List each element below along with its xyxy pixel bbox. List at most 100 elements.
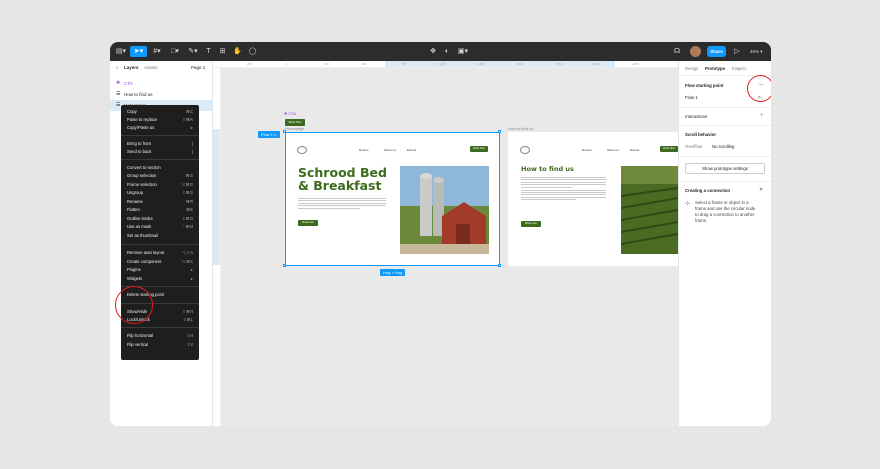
tab-design[interactable]: Design: [685, 66, 698, 71]
tab-inspect[interactable]: Inspect: [732, 66, 746, 71]
layer-cta[interactable]: ✥ CTA: [110, 78, 213, 89]
share-button[interactable]: Share: [707, 46, 726, 57]
properties-panel: Design Prototype Inspect Flow starting p…: [678, 61, 771, 426]
menu-divider: [121, 327, 199, 328]
menu-item-send-to-back[interactable]: Send to back [: [127, 148, 193, 155]
menu-item-copy-paste-as[interactable]: Copy/Paste as ▸: [127, 124, 193, 131]
menu-shortcut: ⌃⌘M: [181, 224, 193, 229]
menu-label: Outline stroke: [127, 216, 153, 221]
resize-handle[interactable]: [498, 264, 501, 267]
menu-item-copy[interactable]: Copy ⌘C: [127, 108, 193, 115]
logo-icon: [520, 146, 530, 154]
hand-tool-icon[interactable]: ✋: [233, 46, 242, 57]
menu-shortcut: ⌘R: [185, 199, 193, 204]
connection-help-line: frame.: [695, 218, 708, 223]
menu-shortcut: ⌘G: [185, 173, 193, 178]
menu-item-plugins[interactable]: Plugins ▸: [127, 266, 193, 273]
menu-item-widgets[interactable]: Widgets ▸: [127, 275, 193, 282]
frame-tool-icon[interactable]: #▾: [150, 46, 164, 57]
tab-assets[interactable]: Assets: [144, 65, 158, 70]
menu-item-rename[interactable]: Rename ⌘R: [127, 198, 193, 205]
menu-item-flip-vertical[interactable]: Flip vertical ⇧V: [127, 341, 193, 348]
component-tool-icon[interactable]: ✥: [428, 46, 438, 57]
overflow-label: Overflow: [685, 144, 702, 149]
resize-handle[interactable]: [283, 130, 286, 133]
creating-connection-heading: Creating a connection: [685, 188, 731, 193]
resize-handle[interactable]: [283, 264, 286, 267]
component-icon: ✥: [116, 80, 121, 86]
menu-divider: [121, 244, 199, 245]
menu-item-outline-stroke[interactable]: Outline stroke ⇧⌘O: [127, 215, 193, 222]
ruler-tick: 2000: [593, 62, 600, 66]
tab-layers[interactable]: Layers: [124, 65, 139, 70]
nav-rooms[interactable]: Rooms: [582, 148, 592, 152]
menu-item-convert-to-section[interactable]: Convert to section: [127, 164, 193, 171]
present-play-icon[interactable]: ▷: [732, 46, 742, 57]
page-selector[interactable]: Page 1: [191, 65, 205, 70]
nav-events[interactable]: Events: [630, 148, 639, 152]
layer-how-to-find-us[interactable]: ☰ How to find us: [110, 89, 213, 100]
flow-name[interactable]: Flow 1: [685, 95, 698, 100]
menu-label: Flatten: [127, 207, 140, 212]
show-prototype-settings-button[interactable]: Show prototype settings: [685, 163, 765, 174]
shape-tool-icon[interactable]: □▾: [168, 46, 182, 57]
menu-label: Set as thumbnail: [127, 233, 159, 238]
flow-starting-chip[interactable]: Flow 1 ▷: [258, 131, 280, 138]
menu-label: Send to back: [127, 149, 152, 154]
annotation-circle: [115, 286, 153, 324]
cta-label[interactable]: ✥ CTA: [284, 111, 296, 116]
overflow-select[interactable]: No scrolling: [712, 144, 734, 149]
main-menu-icon[interactable]: ▤▾: [114, 46, 128, 57]
cta-button[interactable]: Book Now: [285, 119, 305, 126]
comment-tool-icon[interactable]: ◯: [248, 46, 257, 57]
zoom-level[interactable]: 45% ▾: [750, 46, 763, 57]
menu-item-create-component[interactable]: Create component ⌥⌘K: [127, 258, 193, 265]
resources-icon[interactable]: ⊞: [218, 46, 227, 57]
move-tool-icon[interactable]: ➤▾: [130, 46, 147, 57]
menu-shortcut: ⇧⌘R: [182, 117, 193, 122]
close-icon[interactable]: ✕: [759, 187, 763, 193]
menu-label: Plugins: [127, 267, 141, 272]
annotation-circle: [747, 75, 771, 102]
contrast-icon[interactable]: ◐: [442, 46, 452, 57]
homepage-frame-label[interactable]: Homepage: [285, 126, 305, 131]
menu-shortcut: ⇧V: [186, 342, 193, 347]
nav-book-button[interactable]: Book Now: [660, 146, 678, 152]
find-us-book-button[interactable]: Book now: [521, 221, 541, 227]
text-tool-icon[interactable]: T: [204, 46, 213, 57]
frame-icon: ☰: [116, 102, 121, 108]
boolean-ops-icon[interactable]: ▣▾: [456, 46, 470, 57]
vineyard-photo: [621, 166, 678, 254]
menu-item-set-as-thumbnail[interactable]: Set as thumbnail: [127, 232, 193, 239]
search-icon[interactable]: ⌕: [116, 65, 119, 70]
menu-item-flip-horizontal[interactable]: Flip horizontal ⇧H: [127, 332, 193, 339]
ruler-tick: 1250: [478, 62, 485, 66]
headphones-icon[interactable]: ☊: [672, 46, 682, 57]
tab-prototype[interactable]: Prototype: [705, 66, 725, 71]
submenu-arrow-icon: ▸: [190, 267, 193, 272]
menu-item-group-selection[interactable]: Group selection ⌘G: [127, 172, 193, 179]
add-interaction-icon[interactable]: +: [760, 113, 764, 119]
layer-label: How to find us: [124, 92, 153, 97]
menu-item-ungroup[interactable]: Ungroup ⇧⌘G: [127, 189, 193, 196]
ruler-tick: 250: [324, 62, 330, 66]
menu-item-bring-to-front[interactable]: Bring to front]: [127, 140, 193, 147]
nav-about-us[interactable]: About us: [607, 148, 619, 152]
cta-label-text: CTA: [288, 111, 297, 116]
menu-shortcut: ⌥⌘G: [180, 182, 193, 187]
find-us-frame-label[interactable]: How to find us: [508, 126, 533, 131]
menu-shortcut: ⇧⌘L: [182, 317, 193, 322]
resize-handle[interactable]: [498, 130, 501, 133]
layers-panel-tabs: ⌕ Layers Assets Page 1: [116, 65, 208, 73]
find-us-frame[interactable]: Rooms About us Events Book Now How to fi…: [508, 132, 678, 266]
menu-item-frame-selection[interactable]: Frame selection ⌥⌘G: [127, 181, 193, 188]
canvas[interactable]: ✥ CTA Book Now Homepage Flow 1 ▷ Rooms A…: [221, 68, 678, 426]
pen-tool-icon[interactable]: ✎▾: [186, 46, 200, 57]
menu-divider: [121, 135, 199, 136]
menu-item-remove-auto-layout[interactable]: Remove auto layout ⌥⇧A: [127, 249, 193, 256]
avatar[interactable]: [690, 46, 701, 57]
ruler-selection-highlight: [213, 129, 220, 265]
menu-item-use-as-mask[interactable]: Use as mask ⌃⌘M: [127, 223, 193, 230]
menu-item-flatten[interactable]: Flatten ⌘E: [127, 206, 193, 213]
menu-item-paste-to-replace[interactable]: Paste to replace ⇧⌘R: [127, 116, 193, 123]
